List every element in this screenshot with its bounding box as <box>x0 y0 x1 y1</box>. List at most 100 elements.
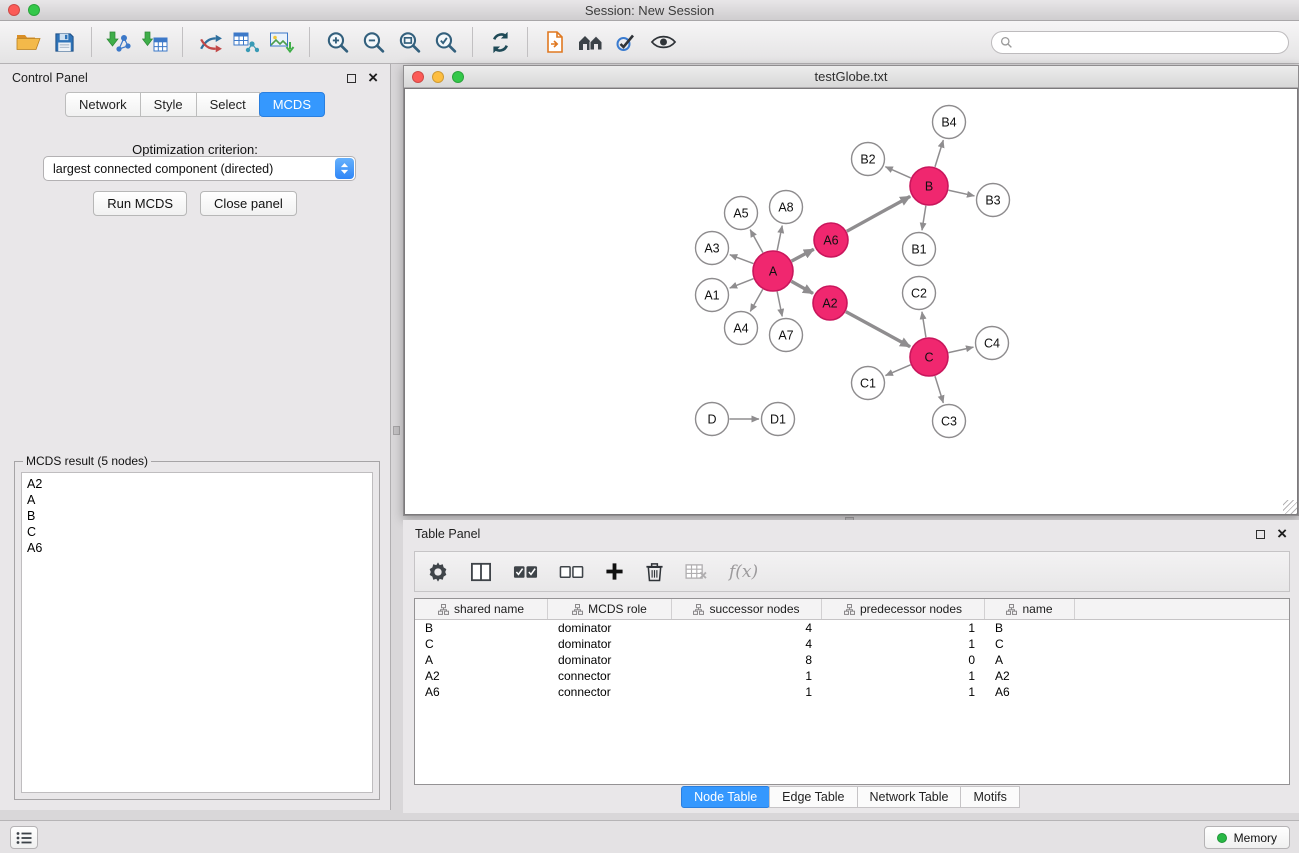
add-column-button[interactable] <box>605 562 624 581</box>
column-header-mcds-role[interactable]: MCDS role <box>548 599 672 619</box>
zoom-fit-button[interactable] <box>391 25 427 59</box>
node-A[interactable]: A <box>753 251 793 291</box>
table-settings-button[interactable] <box>427 561 449 583</box>
vertical-splitter-handle[interactable] <box>393 426 400 435</box>
node-A2[interactable]: A2 <box>813 286 847 320</box>
edge-C-C4[interactable] <box>949 347 974 353</box>
edge-C-C2[interactable] <box>922 312 926 337</box>
show-graphics-details-button[interactable] <box>645 25 681 59</box>
table-row[interactable]: Cdominator41C <box>415 636 1289 652</box>
edge-B-B3[interactable] <box>949 190 975 196</box>
node-C[interactable]: C <box>910 338 948 376</box>
node-D1[interactable]: D1 <box>762 403 795 436</box>
new-network-button[interactable] <box>192 25 228 59</box>
export-table-button[interactable] <box>228 25 264 59</box>
edge-A-A8[interactable] <box>777 226 782 251</box>
search-input[interactable] <box>1018 35 1280 49</box>
snapshot-button[interactable] <box>537 25 573 59</box>
result-item[interactable]: C <box>27 524 367 540</box>
result-item[interactable]: A6 <box>27 540 367 556</box>
node-B[interactable]: B <box>910 167 948 205</box>
edge-B-B4[interactable] <box>935 140 943 167</box>
edge-A-A5[interactable] <box>750 230 763 253</box>
node-D[interactable]: D <box>696 403 729 436</box>
function-builder-button[interactable]: f(x) <box>729 562 758 582</box>
table-row[interactable]: Adominator80A <box>415 652 1289 668</box>
memory-button[interactable]: Memory <box>1204 826 1290 849</box>
network-overview-button[interactable] <box>573 25 609 59</box>
refresh-button[interactable] <box>482 25 518 59</box>
import-network-button[interactable] <box>101 25 137 59</box>
mcds-result-list[interactable]: A2ABCA6 <box>21 472 373 793</box>
deselect-all-button[interactable] <box>559 564 584 580</box>
close-panel-action-button[interactable]: Close panel <box>200 191 297 216</box>
tab-motifs[interactable]: Motifs <box>960 786 1019 808</box>
node-A6[interactable]: A6 <box>814 223 848 257</box>
first-neighbors-button[interactable] <box>609 25 645 59</box>
node-B3[interactable]: B3 <box>977 184 1010 217</box>
tab-network-table[interactable]: Network Table <box>857 786 962 808</box>
column-header-shared-name[interactable]: shared name <box>415 599 548 619</box>
edge-B-B2[interactable] <box>885 167 910 178</box>
tab-network[interactable]: Network <box>65 92 141 117</box>
edge-A-A3[interactable] <box>730 255 754 264</box>
node-C1[interactable]: C1 <box>852 367 885 400</box>
edge-A-A6[interactable] <box>792 249 814 261</box>
edge-C-C3[interactable] <box>935 376 943 403</box>
node-A8[interactable]: A8 <box>770 191 803 224</box>
float-table-panel-button[interactable] <box>1256 530 1265 539</box>
node-C3[interactable]: C3 <box>933 405 966 438</box>
zoom-out-button[interactable] <box>355 25 391 59</box>
criterion-dropdown[interactable]: largest connected component (directed) <box>43 156 356 181</box>
edge-B-B1[interactable] <box>922 206 926 230</box>
node-A5[interactable]: A5 <box>725 197 758 230</box>
node-A4[interactable]: A4 <box>725 312 758 345</box>
tab-mcds[interactable]: MCDS <box>259 92 325 117</box>
export-image-button[interactable] <box>264 25 300 59</box>
zoom-selected-button[interactable] <box>427 25 463 59</box>
edge-C-C1[interactable] <box>885 365 910 376</box>
table-row[interactable]: A2connector11A2 <box>415 668 1289 684</box>
edge-A-A1[interactable] <box>730 279 754 288</box>
tab-edge-table[interactable]: Edge Table <box>769 786 857 808</box>
column-selector-button[interactable] <box>470 562 492 582</box>
column-header-successor-nodes[interactable]: successor nodes <box>672 599 822 619</box>
tab-select[interactable]: Select <box>196 92 260 117</box>
node-A3[interactable]: A3 <box>696 232 729 265</box>
result-item[interactable]: A <box>27 492 367 508</box>
node-C4[interactable]: C4 <box>976 327 1009 360</box>
node-B2[interactable]: B2 <box>852 143 885 176</box>
zoom-in-button[interactable] <box>319 25 355 59</box>
resize-grip-icon[interactable] <box>1283 500 1297 514</box>
edge-A-A7[interactable] <box>777 292 782 317</box>
edge-A2-C[interactable] <box>846 312 910 347</box>
close-table-panel-button[interactable]: × <box>1277 529 1287 539</box>
close-panel-button[interactable]: × <box>368 73 378 83</box>
network-canvas[interactable]: B4B2BB3A5A8A6A3B1AC2A1A2A4A7C4CC1C3DD1 <box>405 89 1299 516</box>
tab-node-table[interactable]: Node Table <box>681 786 770 808</box>
node-B1[interactable]: B1 <box>903 233 936 266</box>
open-session-button[interactable] <box>10 25 46 59</box>
edge-A6-B[interactable] <box>847 196 910 231</box>
status-menu-button[interactable] <box>10 826 38 849</box>
run-mcds-button[interactable]: Run MCDS <box>93 191 187 216</box>
node-B4[interactable]: B4 <box>933 106 966 139</box>
result-item[interactable]: A2 <box>27 476 367 492</box>
node-A1[interactable]: A1 <box>696 279 729 312</box>
column-header-predecessor-nodes[interactable]: predecessor nodes <box>822 599 985 619</box>
edge-A-A2[interactable] <box>791 281 813 293</box>
float-panel-button[interactable] <box>347 74 356 83</box>
search-field[interactable] <box>991 31 1289 54</box>
delete-table-button[interactable] <box>685 563 708 580</box>
tab-style[interactable]: Style <box>140 92 197 117</box>
edge-A-A4[interactable] <box>750 289 762 311</box>
import-table-button[interactable] <box>137 25 173 59</box>
table-row[interactable]: Bdominator41B <box>415 620 1289 636</box>
delete-column-button[interactable] <box>645 561 664 582</box>
column-header-name[interactable]: name <box>985 599 1075 619</box>
result-item[interactable]: B <box>27 508 367 524</box>
select-all-button[interactable] <box>513 564 538 580</box>
node-C2[interactable]: C2 <box>903 277 936 310</box>
table-row[interactable]: A6connector11A6 <box>415 684 1289 700</box>
save-session-button[interactable] <box>46 25 82 59</box>
